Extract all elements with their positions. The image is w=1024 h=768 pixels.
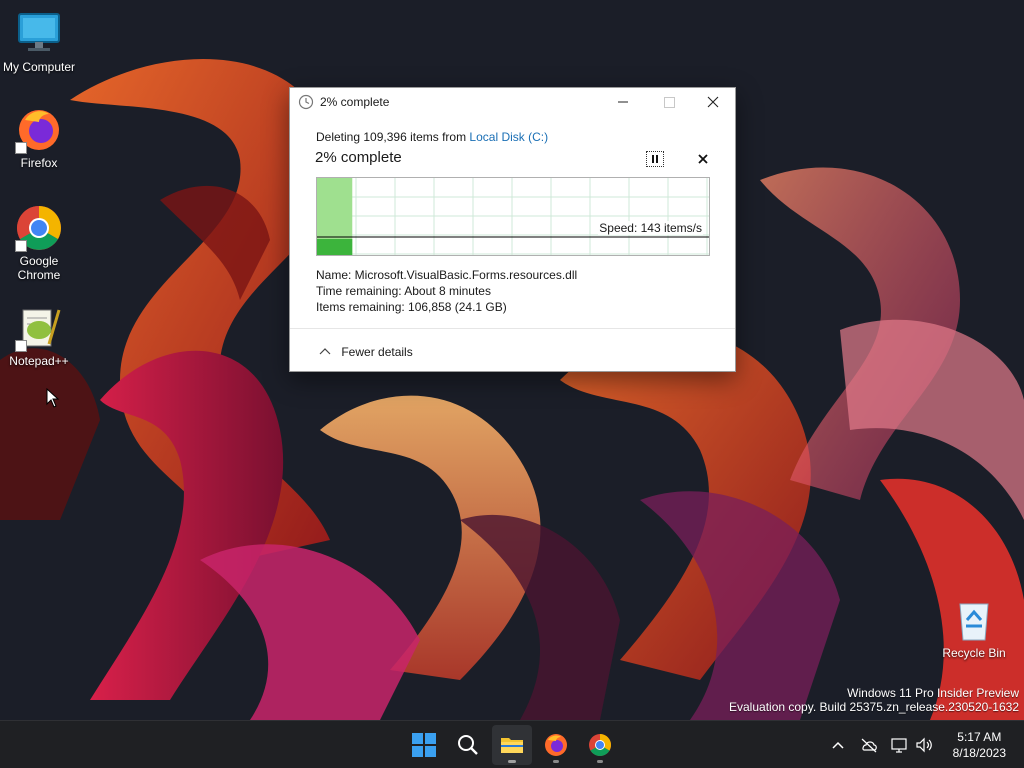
search-button[interactable] — [448, 725, 488, 765]
watermark-build: Evaluation copy. Build 25375.zn_release.… — [729, 700, 1019, 714]
firefox-icon — [545, 734, 567, 756]
chevron-up-icon — [832, 741, 844, 749]
close-icon — [707, 96, 719, 108]
firefox-icon — [15, 106, 63, 154]
folder-icon — [501, 738, 523, 753]
network-icon — [891, 738, 907, 753]
fewer-details-toggle[interactable]: Fewer details — [318, 344, 413, 359]
desktop-icon-recycle-bin[interactable]: Recycle Bin — [936, 596, 1012, 660]
maximize-icon — [664, 97, 675, 108]
fewer-details-label: Fewer details — [341, 344, 413, 359]
speed-graph: Speed: 143 items/s — [316, 177, 710, 256]
cloud-offline-icon — [861, 738, 877, 753]
show-hidden-icons-button[interactable] — [828, 735, 848, 755]
divider — [290, 328, 735, 329]
desktop-icon-label: Notepad++ — [9, 354, 69, 368]
watermark-edition: Windows 11 Pro Insider Preview — [847, 686, 1019, 700]
running-indicator — [553, 760, 559, 763]
title-bar[interactable]: 2% complete — [290, 88, 735, 116]
summary-text: Deleting 109,396 items from — [316, 130, 470, 144]
cancel-button[interactable] — [696, 151, 710, 167]
maximize-button — [646, 88, 692, 116]
recycle-bin-icon — [950, 596, 998, 644]
volume-control[interactable] — [914, 735, 934, 755]
desktop-icon-chrome[interactable]: Google Chrome — [1, 204, 77, 282]
notepad-plus-plus-icon — [15, 304, 63, 352]
chrome-taskbar-button[interactable] — [580, 725, 620, 765]
build-watermark: Windows 11 Pro Insider Preview Evaluatio… — [729, 686, 1019, 714]
search-icon — [458, 735, 478, 755]
desktop-icon-firefox[interactable]: Firefox — [1, 106, 77, 170]
running-indicator — [508, 760, 516, 763]
speed-graph-canvas — [317, 178, 709, 255]
chrome-icon — [15, 204, 63, 252]
desktop: My Computer Firefox Google Chrome Notepa… — [0, 0, 1024, 720]
network-status[interactable] — [890, 735, 910, 755]
cancel-icon — [698, 154, 708, 164]
delete-progress-dialog: 2% complete Deleting 109,396 items from … — [289, 87, 736, 372]
monitor-icon — [15, 10, 63, 58]
file-explorer-button[interactable] — [492, 725, 532, 765]
speed-label: Speed: 143 items/s — [598, 221, 703, 235]
location-link[interactable]: Local Disk (C:) — [469, 130, 548, 144]
mouse-cursor-icon — [46, 388, 60, 408]
window-title: 2% complete — [320, 95, 390, 109]
pause-button[interactable] — [646, 151, 664, 167]
minimize-icon — [618, 101, 628, 103]
shortcut-arrow-icon — [15, 142, 27, 154]
current-file-name: Name: Microsoft.VisualBasic.Forms.resour… — [316, 268, 578, 282]
shortcut-arrow-icon — [15, 240, 27, 252]
percent-complete-heading: 2% complete — [315, 149, 402, 166]
onedrive-status[interactable] — [859, 735, 879, 755]
items-remaining: Items remaining: 106,858 (24.1 GB) — [316, 300, 507, 314]
time-remaining: Time remaining: About 8 minutes — [316, 284, 491, 298]
desktop-icon-label: Recycle Bin — [942, 646, 1006, 660]
delete-summary: Deleting 109,396 items from Local Disk (… — [316, 130, 548, 144]
speaker-icon — [916, 737, 932, 753]
close-button[interactable] — [690, 88, 736, 116]
chevron-up-icon — [318, 345, 332, 359]
start-button[interactable] — [404, 725, 444, 765]
desktop-icon-my-computer[interactable]: My Computer — [1, 10, 77, 74]
firefox-taskbar-button[interactable] — [536, 725, 576, 765]
clock-time: 5:17 AM — [957, 730, 1002, 744]
pause-icon — [652, 155, 658, 163]
desktop-icon-label: Google Chrome — [17, 254, 61, 282]
desktop-icon-notepad-plus-plus[interactable]: Notepad++ — [1, 304, 77, 368]
speed-area — [317, 239, 353, 255]
desktop-icon-label: My Computer — [2, 60, 76, 74]
taskbar: 5:17 AM 8/18/2023 — [0, 720, 1024, 768]
desktop-icon-label: Firefox — [20, 156, 58, 170]
taskbar-clock[interactable]: 5:17 AM 8/18/2023 — [953, 729, 1006, 761]
windows-logo-icon — [412, 733, 436, 757]
shortcut-arrow-icon — [15, 340, 27, 352]
running-indicator — [597, 760, 603, 763]
clock-icon — [298, 94, 314, 110]
minimize-button[interactable] — [600, 88, 646, 116]
clock-date: 8/18/2023 — [952, 746, 1006, 760]
chrome-icon — [589, 734, 611, 756]
